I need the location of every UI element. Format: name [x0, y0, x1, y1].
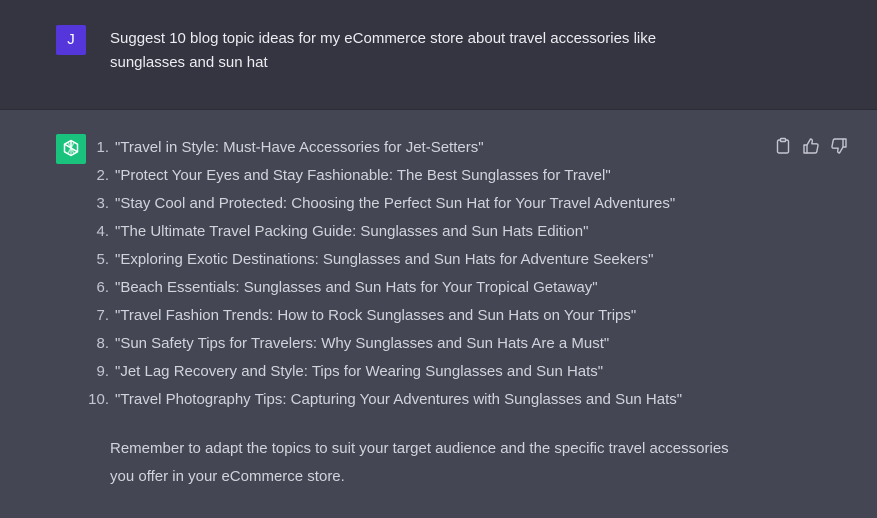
list-item-text: "Beach Essentials: Sunglasses and Sun Ha…	[115, 279, 598, 296]
list-item-text: "The Ultimate Travel Packing Guide: Sung…	[115, 223, 589, 240]
thumbs-down-icon[interactable]	[830, 137, 848, 155]
list-item-text: "Travel in Style: Must-Have Accessories …	[115, 139, 484, 156]
list-item: 3. "Stay Cool and Protected: Choosing the…	[96, 195, 676, 212]
user-avatar: J	[56, 25, 86, 55]
list-item-text: "Protect Your Eyes and Stay Fashionable:…	[115, 167, 611, 184]
list-item: 5. "Exploring Exotic Destinations: Sungla…	[96, 251, 654, 268]
list-item-text: "Sun Safety Tips for Travelers: Why Sung…	[115, 335, 610, 352]
list-item: 1. "Travel in Style: Must-Have Accessorie…	[96, 139, 484, 156]
user-message-text: Suggest 10 blog topic ideas for my eComm…	[110, 30, 657, 71]
list-item: 8. "Sun Safety Tips for Travelers: Why Su…	[96, 335, 610, 352]
list-item-text: "Travel Photography Tips: Capturing Your…	[115, 391, 683, 408]
closing-paragraph: Remember to adapt the topics to suit you…	[110, 440, 729, 485]
list-item: 7. "Travel Fashion Trends: How to Rock Su…	[96, 307, 637, 324]
list-item-text: "Exploring Exotic Destinations: Sunglass…	[115, 251, 654, 268]
blog-topic-list: 1. "Travel in Style: Must-Have Accessorie…	[84, 136, 682, 416]
list-item: 10. "Travel Photography Tips: Capturing Y…	[88, 391, 683, 408]
list-item-text: "Travel Fashion Trends: How to Rock Sung…	[115, 307, 637, 324]
assistant-message: 1. "Travel in Style: Must-Have Accessorie…	[0, 110, 877, 518]
list-item-text: "Stay Cool and Protected: Choosing the P…	[115, 195, 676, 212]
clipboard-icon[interactable]	[774, 137, 792, 155]
list-item: 4. "The Ultimate Travel Packing Guide: Su…	[96, 223, 589, 240]
chatgpt-logo-icon	[56, 134, 86, 164]
list-item: 6. "Beach Essentials: Sunglasses and Sun …	[96, 279, 598, 296]
list-item: 2. "Protect Your Eyes and Stay Fashionabl…	[96, 167, 611, 184]
thumbs-up-icon[interactable]	[802, 137, 820, 155]
list-item-text: "Jet Lag Recovery and Style: Tips for We…	[115, 363, 604, 380]
user-message: J Suggest 10 blog topic ideas for my eCo…	[0, 0, 877, 110]
list-item: 9. "Jet Lag Recovery and Style: Tips for …	[96, 363, 604, 380]
